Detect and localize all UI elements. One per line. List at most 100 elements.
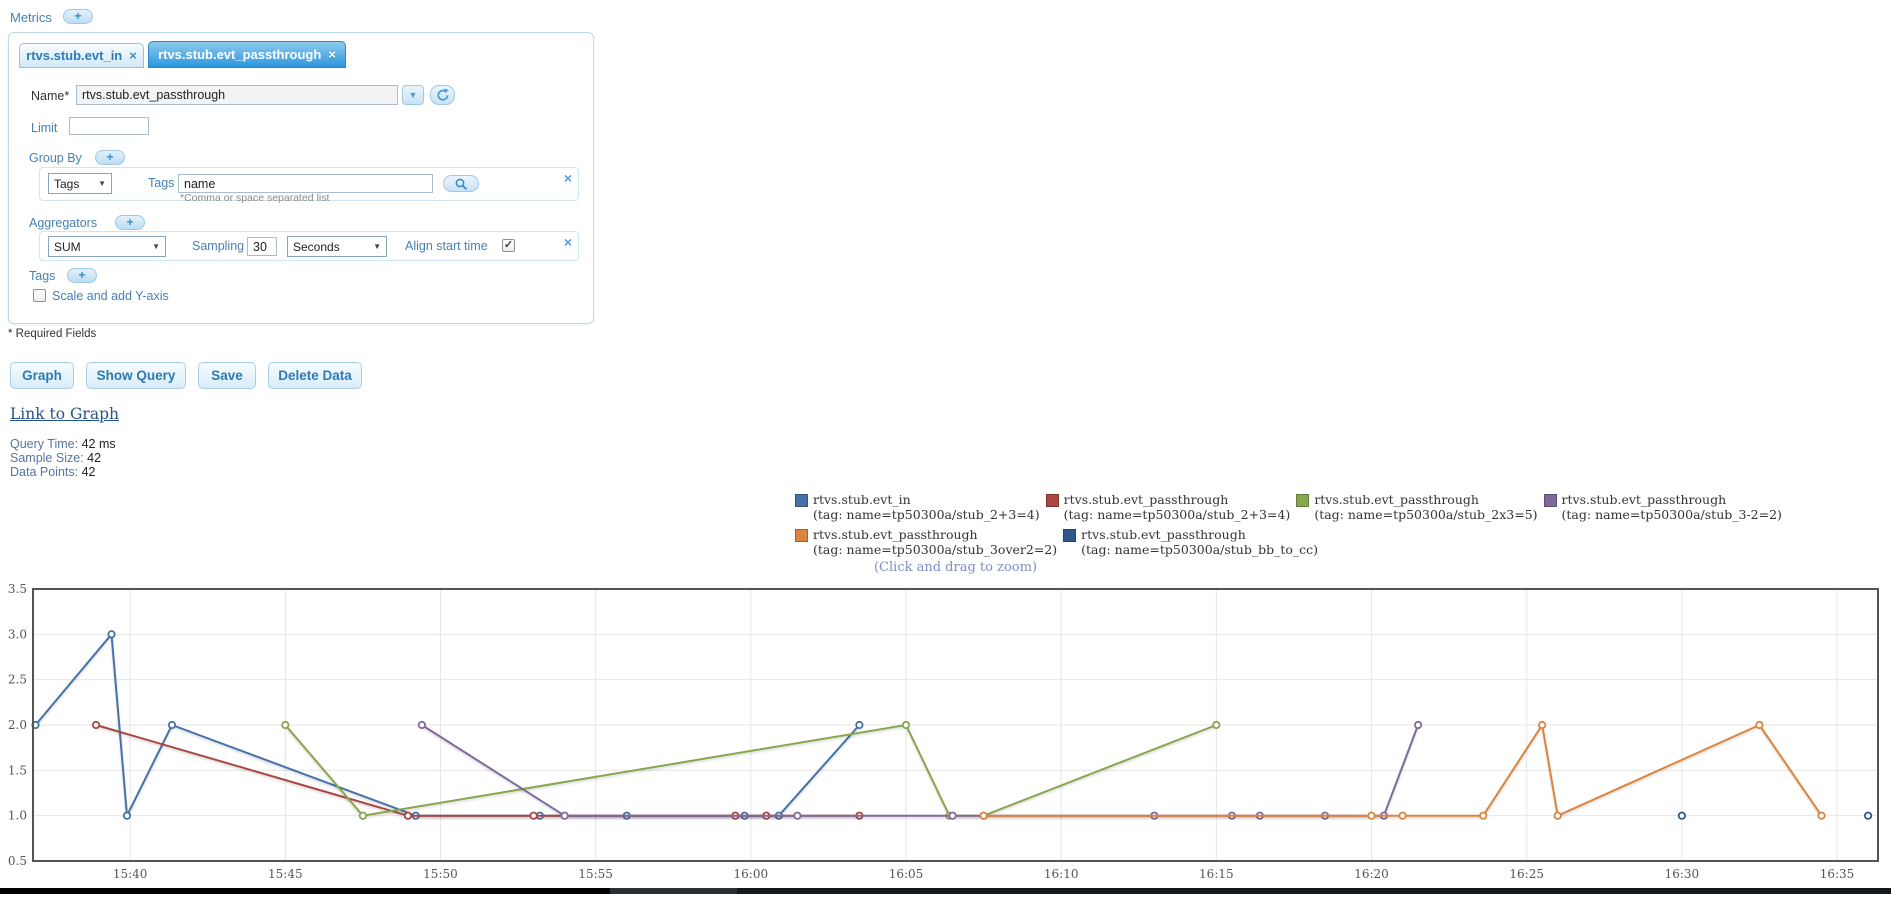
tab-label: rtvs.stub.evt_passthrough xyxy=(158,47,322,62)
data-point xyxy=(1414,720,1423,730)
scale-y-axis-checkbox[interactable] xyxy=(33,289,46,302)
legend-label: rtvs.stub.evt_passthrough (tag: name=tp50… xyxy=(1063,492,1291,522)
y-axis-tick-label: 2.0 xyxy=(8,718,27,732)
data-point xyxy=(91,720,101,730)
data-point xyxy=(167,720,177,730)
add-tag-button[interactable]: + xyxy=(67,268,97,283)
align-start-time-label: Align start time xyxy=(405,239,488,253)
data-point xyxy=(281,720,290,730)
data-point xyxy=(979,811,988,820)
show-query-button[interactable]: Show Query xyxy=(86,362,186,389)
limit-label: Limit xyxy=(31,121,58,135)
x-axis-tick-label: 16:30 xyxy=(1665,867,1700,881)
tags-section-label: Tags xyxy=(29,269,56,283)
data-point xyxy=(1755,720,1764,730)
scale-y-axis-label: Scale and add Y-axis xyxy=(52,289,169,303)
refresh-icon xyxy=(436,88,449,101)
group-by-row: Tags ▼ Tags × *Comma or space separated … xyxy=(39,167,579,204)
name-dropdown-button[interactable]: ▼ xyxy=(402,85,424,105)
x-axis-tick-label: 16:10 xyxy=(1044,867,1079,881)
required-fields-note: * Required Fields xyxy=(8,328,97,340)
data-point xyxy=(1367,811,1376,820)
plus-icon: + xyxy=(126,215,134,229)
link-to-graph[interactable]: Link to Graph xyxy=(10,405,119,423)
sampling-label: Sampling xyxy=(192,239,245,253)
bottom-scrollbar-thumb[interactable] xyxy=(610,888,737,894)
y-axis-tick-label: 1.0 xyxy=(8,809,27,823)
data-point xyxy=(1479,811,1488,820)
name-label: Name* xyxy=(31,89,70,103)
y-axis-tick-label: 3.5 xyxy=(8,582,27,596)
aggregator-select[interactable]: SUM ▼ xyxy=(48,236,166,257)
close-icon[interactable]: × xyxy=(129,49,137,62)
data-point xyxy=(358,811,367,820)
legend-label: rtvs.stub.evt_passthrough (tag: name=tp50… xyxy=(1314,492,1538,522)
x-axis-tick-label: 16:00 xyxy=(734,867,769,881)
graph-button[interactable]: Graph xyxy=(10,362,74,389)
close-icon[interactable]: × xyxy=(564,171,572,185)
data-point xyxy=(855,720,864,730)
stat-value: 42 ms xyxy=(81,437,116,451)
metric-name-input[interactable] xyxy=(76,85,398,105)
group-by-tags-input[interactable] xyxy=(178,174,433,193)
x-axis-tick-label: 15:50 xyxy=(423,867,458,881)
group-by-label: Group By xyxy=(29,151,82,165)
chart-area[interactable]: 0.5 1.0 1.5 2.0 2.5 3.0 3.5 15:40 15:45 15:50 15:5… xyxy=(0,580,1891,894)
select-value: Tags xyxy=(54,176,80,191)
delete-data-button[interactable]: Delete Data xyxy=(268,362,362,389)
legend-entry: rtvs.stub.evt_in (tag: name=tp50300a/stub… xyxy=(795,492,1040,522)
x-axis-tick-label: 16:25 xyxy=(1509,867,1544,881)
tab-evt-passthrough[interactable]: rtvs.stub.evt_passthrough × xyxy=(148,41,346,68)
add-metric-button[interactable]: + xyxy=(63,9,93,24)
y-axis-tick-label: 3.0 xyxy=(8,627,27,641)
chevron-down-icon: ▼ xyxy=(98,179,106,188)
save-button[interactable]: Save xyxy=(198,362,256,389)
data-point xyxy=(560,811,569,820)
stat-label: Query Time: xyxy=(10,437,79,451)
data-point xyxy=(1864,811,1873,820)
search-icon xyxy=(455,178,467,190)
select-value: SUM xyxy=(54,239,81,254)
data-point xyxy=(793,811,802,820)
close-icon[interactable]: × xyxy=(328,48,336,61)
tag-search-button[interactable] xyxy=(443,175,479,192)
tab-evt-in[interactable]: rtvs.stub.evt_in × xyxy=(19,43,144,68)
x-axis-tick-label: 15:55 xyxy=(578,867,613,881)
data-point xyxy=(901,720,911,730)
legend-label: rtvs.stub.evt_passthrough (tag: name=tp50… xyxy=(813,527,1058,557)
sampling-value-input[interactable] xyxy=(247,237,277,256)
chart-legend: rtvs.stub.evt_in (tag: name=tp50300a/stub… xyxy=(795,492,1891,557)
bottom-scrollbar[interactable] xyxy=(0,888,1891,894)
legend-swatch-icon xyxy=(1045,494,1059,507)
select-value: Seconds xyxy=(293,239,340,254)
y-axis-tick-label: 1.5 xyxy=(8,763,27,777)
x-axis-tick-label: 16:35 xyxy=(1820,867,1855,881)
x-axis-tick-label: 16:15 xyxy=(1199,867,1234,881)
sampling-unit-select[interactable]: Seconds ▼ xyxy=(287,236,387,257)
x-axis-tick-label: 15:45 xyxy=(268,867,303,881)
close-icon[interactable]: × xyxy=(564,235,572,249)
data-point xyxy=(403,811,412,820)
legend-label: rtvs.stub.evt_passthrough (tag: name=tp50… xyxy=(1561,492,1782,522)
add-group-by-button[interactable]: + xyxy=(95,150,125,165)
group-by-type-select[interactable]: Tags ▼ xyxy=(48,173,112,194)
data-points-stat: Data Points: 42 xyxy=(10,465,95,479)
aggregators-label: Aggregators xyxy=(29,216,98,230)
x-axis-tick-label: 15:40 xyxy=(113,867,148,881)
data-point xyxy=(529,811,538,820)
legend-label: rtvs.stub.evt_in (tag: name=tp50300a/stub… xyxy=(813,492,1040,522)
chevron-down-icon: ▼ xyxy=(408,90,418,100)
add-aggregator-button[interactable]: + xyxy=(115,215,145,230)
data-point xyxy=(122,811,132,820)
plus-icon: + xyxy=(78,268,86,282)
align-start-time-checkbox[interactable]: ✓ xyxy=(502,239,515,252)
bottom-scrollbar-segment xyxy=(0,888,610,894)
timeseries-chart[interactable]: 0.5 1.0 1.5 2.0 2.5 3.0 3.5 15:40 15:45 15:50 15:5… xyxy=(0,580,1891,894)
aggregator-row: SUM ▼ Sampling Seconds ▼ Align start tim… xyxy=(39,231,579,261)
legend-swatch-icon xyxy=(795,494,808,507)
tab-label: rtvs.stub.evt_in xyxy=(26,48,123,63)
limit-input[interactable] xyxy=(69,117,149,135)
data-point xyxy=(417,720,426,730)
stat-value: 42 xyxy=(81,465,96,479)
refresh-button[interactable] xyxy=(430,85,455,105)
